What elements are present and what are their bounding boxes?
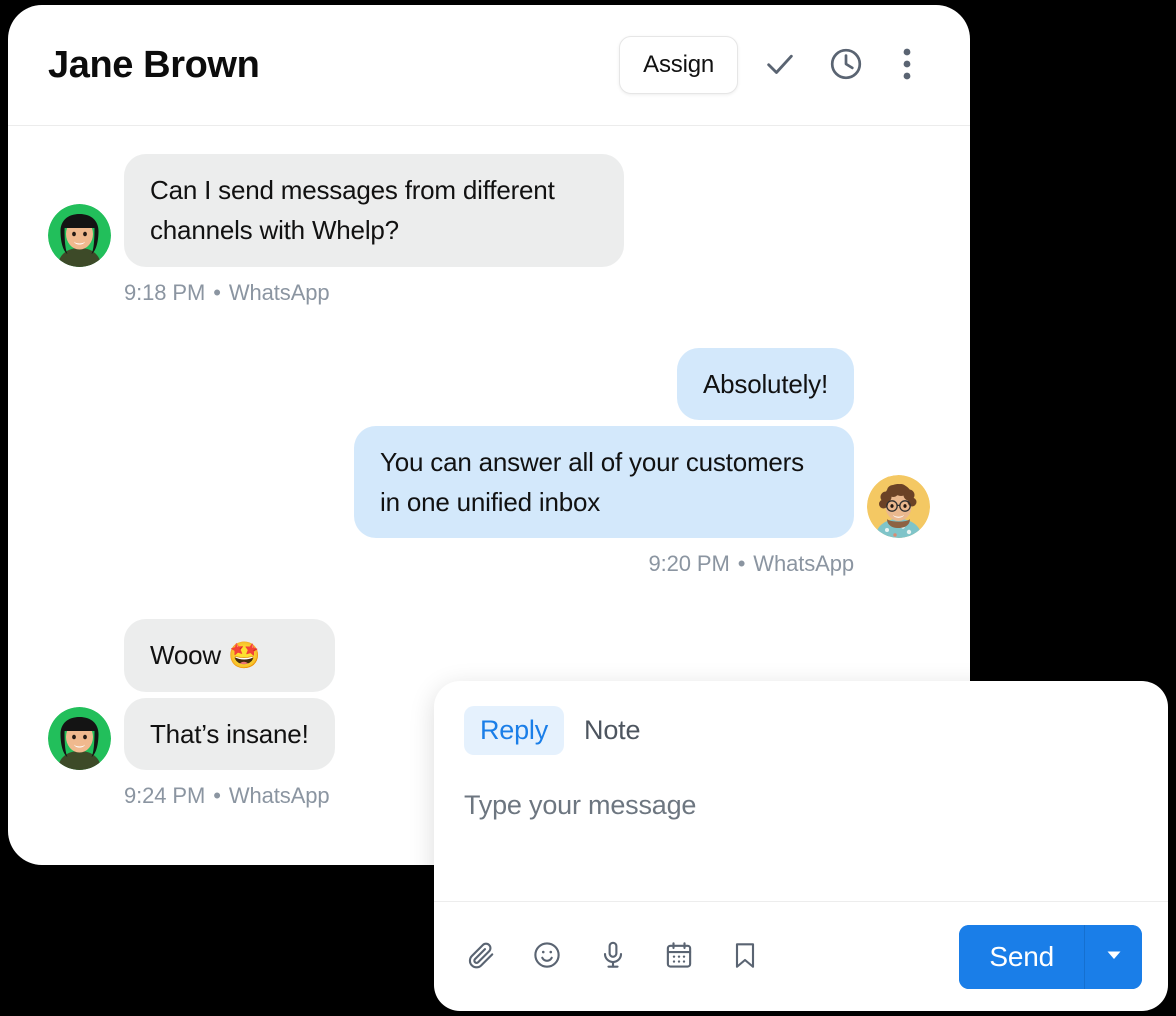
send-button-group: Send — [959, 924, 1142, 989]
message-bubble: That’s insane! — [124, 697, 335, 771]
resolve-button[interactable] — [756, 41, 804, 89]
microphone-button[interactable] — [596, 939, 630, 975]
message-channel: WhatsApp — [228, 783, 330, 809]
composer-input-area — [434, 755, 1168, 901]
composer-toolbar: Send — [434, 901, 1168, 1011]
conversation-header: Jane Brown Assign — [8, 5, 970, 126]
attachment-icon — [466, 940, 496, 973]
microphone-icon — [598, 940, 628, 973]
message-row: Absolutely! You can answer all of your c… — [48, 347, 930, 539]
message-bubble: You can answer all of your customers in … — [354, 425, 854, 539]
kebab-menu-icon — [903, 47, 911, 84]
bubble-stack: Can I send messages from different chann… — [124, 154, 624, 267]
assign-button[interactable]: Assign — [619, 36, 738, 94]
message-group: Absolutely! You can answer all of your c… — [48, 347, 930, 578]
attachment-button[interactable] — [464, 939, 498, 975]
meta-separator: • — [737, 551, 746, 577]
meta-separator: • — [213, 783, 221, 809]
clock-icon — [828, 46, 864, 85]
tab-note[interactable]: Note — [568, 706, 656, 755]
screenshot-stage: Jane Brown Assign Can I send messages fr… — [0, 0, 1176, 1016]
chevron-down-icon — [1104, 945, 1124, 968]
message-composer: Reply Note Type your message Send — [434, 681, 1168, 1011]
message-channel: WhatsApp — [753, 551, 854, 577]
avatar — [48, 203, 111, 267]
message-time: 9:24 PM — [124, 783, 206, 809]
jane-brown-avatar — [48, 707, 111, 771]
agent-avatar — [867, 475, 930, 539]
composer-tabs: Reply Note — [434, 681, 1168, 755]
message-time: 9:20 PM — [648, 551, 730, 577]
message-meta: 9:18 PM • WhatsApp — [124, 280, 930, 306]
message-bubble: Absolutely! — [677, 347, 854, 420]
jane-brown-avatar — [48, 203, 111, 267]
emoji-button[interactable] — [530, 939, 564, 975]
calendar-icon — [664, 940, 694, 973]
message-bubble: Woow 🤩 — [124, 619, 335, 692]
bookmark-icon — [730, 940, 760, 973]
page-title: Jane Brown — [48, 43, 260, 86]
meta-separator: • — [213, 279, 221, 305]
snooze-button[interactable] — [822, 41, 870, 89]
tab-reply[interactable]: Reply — [464, 706, 565, 755]
emoji-icon — [532, 940, 562, 973]
message-input[interactable] — [464, 787, 1138, 863]
message-time: 9:18 PM — [124, 279, 206, 305]
more-options-button[interactable] — [892, 41, 922, 89]
send-button[interactable]: Send — [959, 924, 1084, 989]
bookmark-button[interactable] — [728, 939, 762, 975]
message-bubble: Can I send messages from different chann… — [124, 154, 624, 267]
message-group: Can I send messages from different chann… — [48, 154, 930, 306]
calendar-button[interactable] — [662, 939, 696, 975]
check-icon — [763, 47, 797, 84]
message-meta: 9:20 PM • WhatsApp — [48, 551, 854, 577]
message-row: Can I send messages from different chann… — [48, 154, 930, 267]
bubble-stack: Woow 🤩 That’s insane! — [124, 619, 335, 771]
avatar — [867, 475, 930, 539]
send-options-button[interactable] — [1084, 924, 1142, 989]
bubble-stack: Absolutely! You can answer all of your c… — [354, 347, 854, 539]
message-channel: WhatsApp — [228, 279, 330, 305]
avatar — [48, 707, 111, 771]
